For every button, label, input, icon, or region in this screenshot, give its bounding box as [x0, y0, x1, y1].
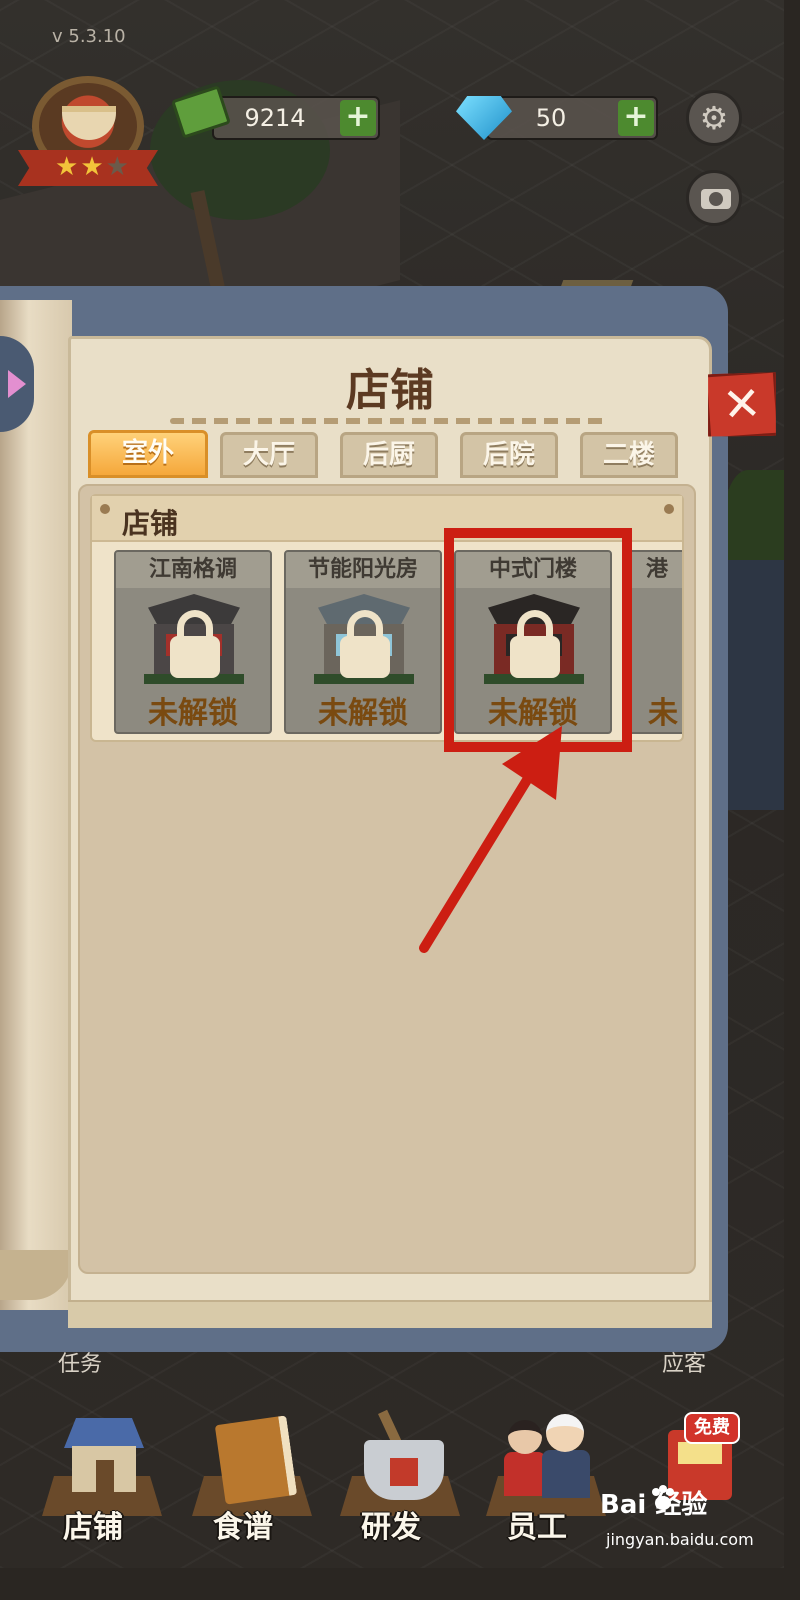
title-divider: [170, 418, 610, 424]
book-page-edge: [68, 1300, 712, 1328]
screenshot-button[interactable]: [686, 170, 742, 226]
cash-value: 9214: [244, 104, 306, 132]
settings-button[interactable]: ⚙: [686, 90, 742, 146]
highlight-box: [444, 528, 632, 752]
tab-kitchen[interactable]: 后厨: [340, 432, 438, 478]
nav-label: 员工: [507, 1510, 567, 1545]
tiled-floor: [724, 560, 784, 810]
nav-staff[interactable]: 员工: [462, 1390, 612, 1568]
gear-icon: ⚙: [699, 99, 729, 137]
recipe-book-icon: [208, 1410, 300, 1505]
locked-status: 未解锁: [148, 696, 238, 731]
lock-icon: [170, 610, 220, 678]
tab-second-floor[interactable]: 二楼: [580, 432, 678, 478]
nav-research[interactable]: 研发: [316, 1390, 466, 1568]
rank-stars: ★★★: [48, 150, 138, 184]
nav-recipes[interactable]: 食谱: [168, 1390, 318, 1568]
nav-label: 研发: [361, 1510, 421, 1545]
shop-card-partial[interactable]: 港 未: [624, 550, 682, 734]
nav-label: 食谱: [213, 1510, 273, 1545]
shop-card-name: 港: [626, 552, 682, 588]
locked-status: 未: [648, 696, 678, 731]
gem-counter: 50 +: [486, 96, 658, 140]
book-left-page: [0, 300, 72, 1310]
gem-value: 50: [535, 104, 567, 132]
shop-card-name: 江南格调: [116, 552, 270, 588]
shop-card-jiangnan[interactable]: 江南格调 未解锁: [114, 550, 272, 734]
tab-outdoor[interactable]: 室外: [88, 430, 208, 478]
cooking-pot-icon: [356, 1409, 448, 1502]
watermark-url: jingyan.baidu.com: [606, 1530, 754, 1549]
side-label: 应客: [662, 1352, 707, 1377]
close-button[interactable]: ✕: [704, 370, 780, 441]
tab-backyard[interactable]: 后院: [460, 432, 558, 478]
shop-card-name: 节能阳光房: [286, 552, 440, 588]
version-label: v 5.3.10: [52, 26, 126, 47]
section-title: 店铺: [122, 507, 179, 540]
camera-icon: [701, 189, 731, 209]
nav-shop[interactable]: 店铺: [18, 1390, 168, 1568]
add-cash-button[interactable]: +: [340, 100, 376, 136]
staff-icon: [502, 1410, 594, 1502]
cash-counter: 9214 +: [212, 96, 380, 140]
tab-hall[interactable]: 大厅: [220, 432, 318, 478]
shop-card-sunroom[interactable]: 节能阳光房 未解锁: [284, 550, 442, 734]
close-icon: ✕: [720, 375, 764, 433]
nav-label: 店铺: [63, 1510, 123, 1545]
star-icon-filled: ★★: [55, 152, 106, 182]
lock-icon: [340, 610, 390, 678]
star-icon-empty: ★: [105, 152, 131, 182]
locked-status: 未解锁: [318, 696, 408, 731]
add-gems-button[interactable]: +: [618, 100, 654, 136]
tasks-label: 任务: [58, 1352, 103, 1377]
panel-title: 店铺: [346, 365, 434, 416]
arrow-right-icon: [8, 370, 26, 398]
pin-icon: [100, 504, 110, 514]
pin-icon: [664, 504, 674, 514]
free-badge: 免费: [684, 1412, 740, 1444]
restaurant-rank-badge[interactable]: ★★★: [18, 76, 158, 186]
shop-building-icon: [58, 1410, 150, 1502]
paw-icon: [652, 1485, 674, 1510]
